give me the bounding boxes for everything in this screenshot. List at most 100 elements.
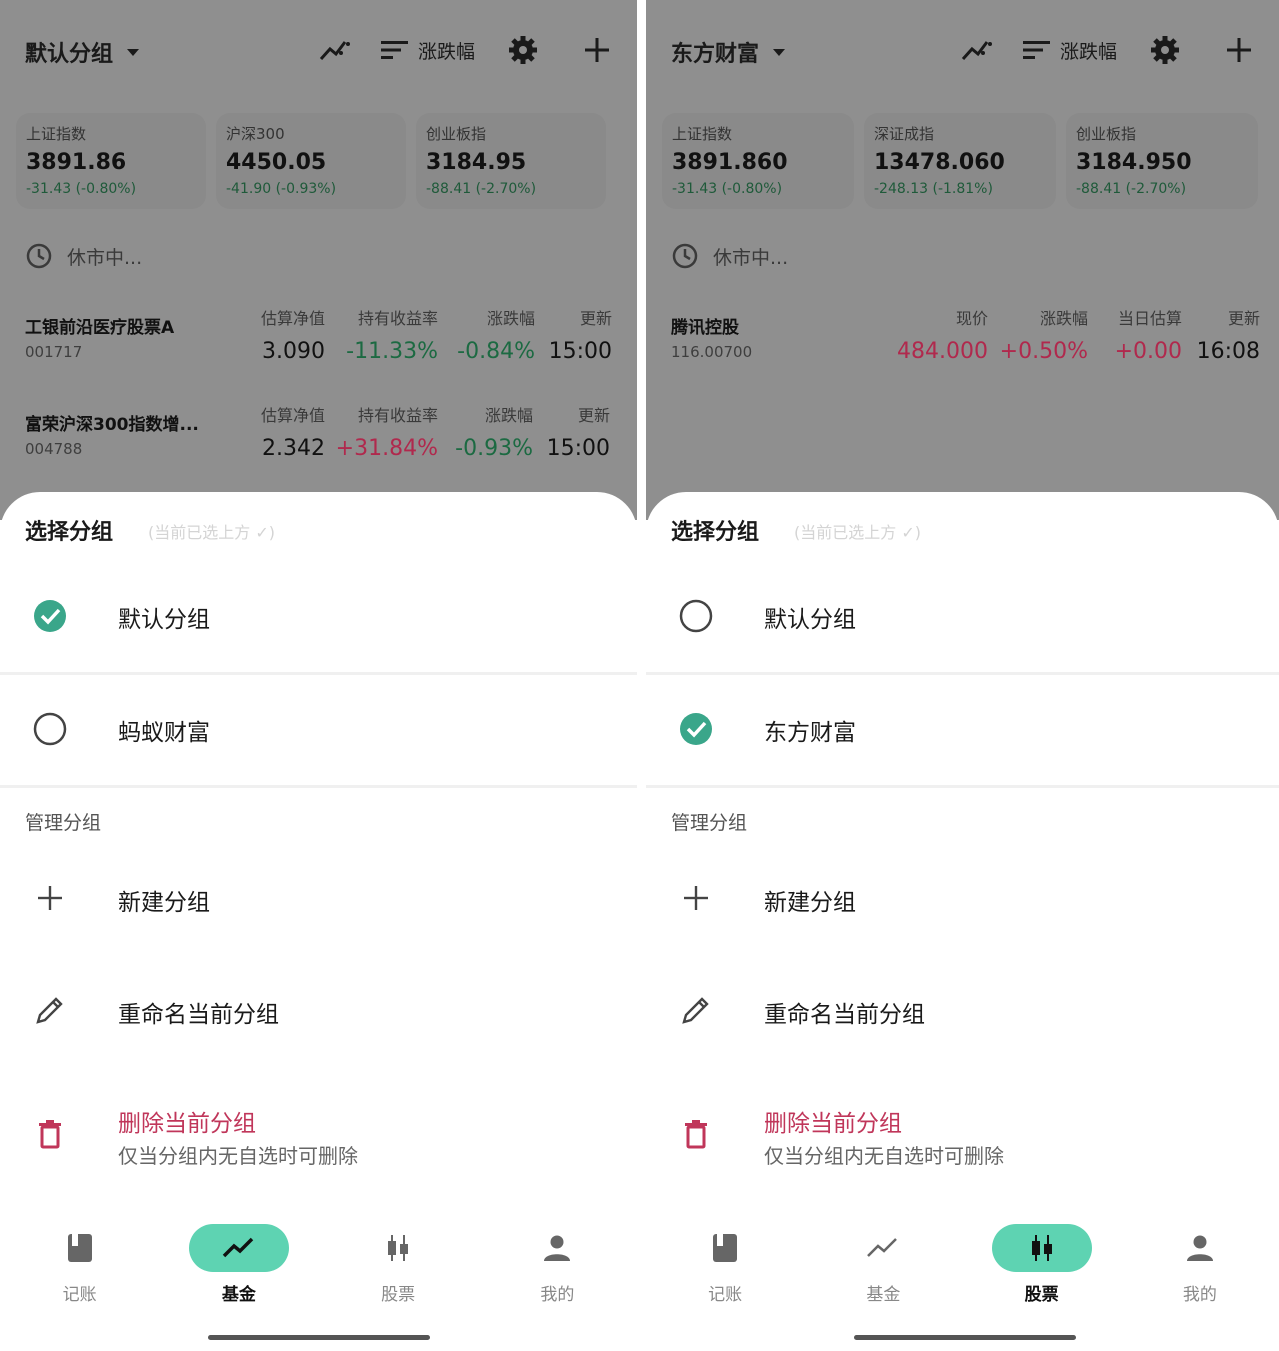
nav-item-stock[interactable]: 股票: [319, 1212, 478, 1322]
column-value: -11.33%: [346, 339, 438, 364]
clock-icon: [672, 243, 698, 269]
column-header: 持有收益率: [357, 309, 438, 328]
new-group-button[interactable]: 新建分组: [646, 852, 1279, 942]
nav-pill: [833, 1224, 933, 1272]
column-header: 涨跌幅: [484, 406, 533, 425]
sheet-title: 选择分组: [671, 520, 760, 545]
index-card[interactable]: 上证指数 3891.860 -31.43 (-0.80%): [662, 113, 854, 209]
sort-button[interactable]: 涨跌幅: [1022, 37, 1117, 64]
group-option-eastmoney[interactable]: 东方财富: [646, 675, 1279, 785]
app-bar: 默认分组 涨跌幅: [0, 0, 637, 100]
person-icon: [544, 1235, 571, 1261]
delete-group-label: 删除当前分组: [118, 1111, 256, 1137]
radio-empty-icon: [679, 599, 713, 633]
nav-item-stock[interactable]: 股票: [963, 1212, 1121, 1322]
index-change: -248.13 (-1.81%): [874, 181, 993, 197]
gear-icon[interactable]: [503, 30, 543, 70]
fund-name: 富荣沪深300指数增...: [25, 415, 199, 435]
group-title: 东方财富: [671, 42, 760, 67]
sort-icon: [380, 41, 408, 59]
column-value: -0.84%: [457, 339, 535, 364]
sheet-hint: (当前已选上方 ✓): [794, 523, 921, 542]
index-change: -41.90 (-0.93%): [226, 181, 337, 197]
candlestick-icon: [388, 1235, 409, 1261]
plus-icon[interactable]: [1219, 30, 1259, 70]
pencil-icon: [682, 997, 709, 1024]
rename-group-label: 重命名当前分组: [118, 1002, 279, 1028]
left-screen: 默认分组 涨跌幅 上证指数 3891.86 -31.43 (-0.80%) 沪深…: [0, 0, 637, 1351]
app-bar: 东方财富 涨跌幅: [646, 0, 1279, 100]
list-item[interactable]: 富荣沪深300指数增... 004788 估算净值 2.342 持有收益率 +3…: [0, 402, 637, 472]
nav-pill: [348, 1224, 448, 1272]
pencil-icon: [36, 997, 63, 1024]
rename-group-label: 重命名当前分组: [764, 1002, 925, 1028]
new-group-label: 新建分组: [764, 890, 856, 916]
status-text: 休市中...: [67, 246, 143, 269]
rename-group-button[interactable]: 重命名当前分组: [0, 964, 637, 1054]
group-option-ant[interactable]: 蚂蚁财富: [0, 675, 637, 785]
group-option-label: 蚂蚁财富: [118, 720, 210, 746]
column-header: 持有收益率: [357, 406, 438, 425]
group-option-default[interactable]: 默认分组: [0, 562, 637, 672]
index-card[interactable]: 上证指数 3891.86 -31.43 (-0.80%): [16, 113, 206, 209]
delete-group-button[interactable]: 删除当前分组 仅当分组内无自选时可删除: [646, 1082, 1279, 1192]
list-item[interactable]: 工银前沿医疗股票A 001717 估算净值 3.090 持有收益率 -11.33…: [0, 305, 637, 375]
sheet-hint: (当前已选上方 ✓): [148, 523, 275, 542]
nav-pill: [1150, 1224, 1250, 1272]
home-indicator: [208, 1335, 430, 1340]
nav-item-me[interactable]: 我的: [1121, 1212, 1279, 1322]
right-screen: 东方财富 涨跌幅 上证指数 3891.860 -31.43 (-0.80%) 深…: [646, 0, 1279, 1351]
index-value: 3184.950: [1076, 150, 1192, 175]
column-header: 现价: [955, 309, 988, 328]
column-value: -0.93%: [455, 436, 533, 461]
nav-item-fund[interactable]: 基金: [804, 1212, 962, 1322]
column-value: 3.090: [262, 339, 325, 364]
index-cards: 上证指数 3891.86 -31.43 (-0.80%) 沪深300 4450.…: [16, 113, 606, 209]
nav-label: 我的: [540, 1285, 575, 1305]
rename-group-button[interactable]: 重命名当前分组: [646, 964, 1279, 1054]
nav-pill: [30, 1224, 130, 1272]
group-bottom-sheet: 选择分组 (当前已选上方 ✓) 默认分组 蚂蚁财富 管理分组 新建分组 重命名当…: [0, 492, 637, 1202]
nav-label: 基金: [866, 1285, 901, 1305]
group-option-label: 默认分组: [764, 607, 856, 633]
group-selector[interactable]: 默认分组: [25, 36, 140, 68]
sort-button[interactable]: 涨跌幅: [380, 37, 475, 64]
index-change: -31.43 (-0.80%): [26, 181, 137, 197]
list-item[interactable]: 腾讯控股 116.00700 现价 484.000 涨跌幅 +0.50% 当日估…: [646, 305, 1279, 375]
group-selector[interactable]: 东方财富: [671, 36, 786, 68]
plus-icon[interactable]: [577, 30, 617, 70]
update-column: 更新 16:08: [1197, 305, 1260, 364]
column-value: +0.00: [1114, 339, 1182, 364]
delete-group-label: 删除当前分组: [764, 1111, 902, 1137]
index-card[interactable]: 创业板指 3184.95 -88.41 (-2.70%): [416, 113, 606, 209]
stock-code: 116.00700: [671, 343, 753, 361]
delete-group-button[interactable]: 删除当前分组 仅当分组内无自选时可删除: [0, 1082, 637, 1192]
nav-pill: [188, 1224, 289, 1272]
trend-line-icon: [222, 1237, 254, 1258]
nav-item-bookkeeping[interactable]: 记账: [0, 1212, 159, 1322]
group-option-default[interactable]: 默认分组: [646, 562, 1279, 672]
book-icon: [713, 1234, 738, 1262]
trend-chart-icon[interactable]: [316, 30, 356, 70]
index-card[interactable]: 深证成指 13478.060 -248.13 (-1.81%): [864, 113, 1056, 209]
new-group-button[interactable]: 新建分组: [0, 852, 637, 942]
column-value: +31.84%: [335, 436, 438, 461]
column-header: 涨跌幅: [486, 309, 535, 328]
nav-pill: [675, 1224, 775, 1272]
plus-icon: [38, 886, 62, 910]
status-text: 休市中...: [713, 246, 789, 269]
panel-separator: [637, 0, 646, 1351]
trend-chart-icon[interactable]: [958, 30, 998, 70]
index-card[interactable]: 创业板指 3184.950 -88.41 (-2.70%): [1066, 113, 1258, 209]
sheet-title: 选择分组: [25, 520, 114, 545]
nav-item-fund[interactable]: 基金: [159, 1212, 318, 1322]
nav-item-bookkeeping[interactable]: 记账: [646, 1212, 804, 1322]
index-card[interactable]: 沪深300 4450.05 -41.90 (-0.93%): [216, 113, 406, 209]
trash-icon: [685, 1120, 707, 1149]
index-value: 3891.860: [672, 150, 788, 175]
index-value: 3184.95: [426, 150, 527, 175]
nav-item-me[interactable]: 我的: [478, 1212, 637, 1322]
column-value: 15:00: [548, 339, 612, 364]
index-change: -88.41 (-2.70%): [426, 181, 537, 197]
gear-icon[interactable]: [1145, 30, 1185, 70]
